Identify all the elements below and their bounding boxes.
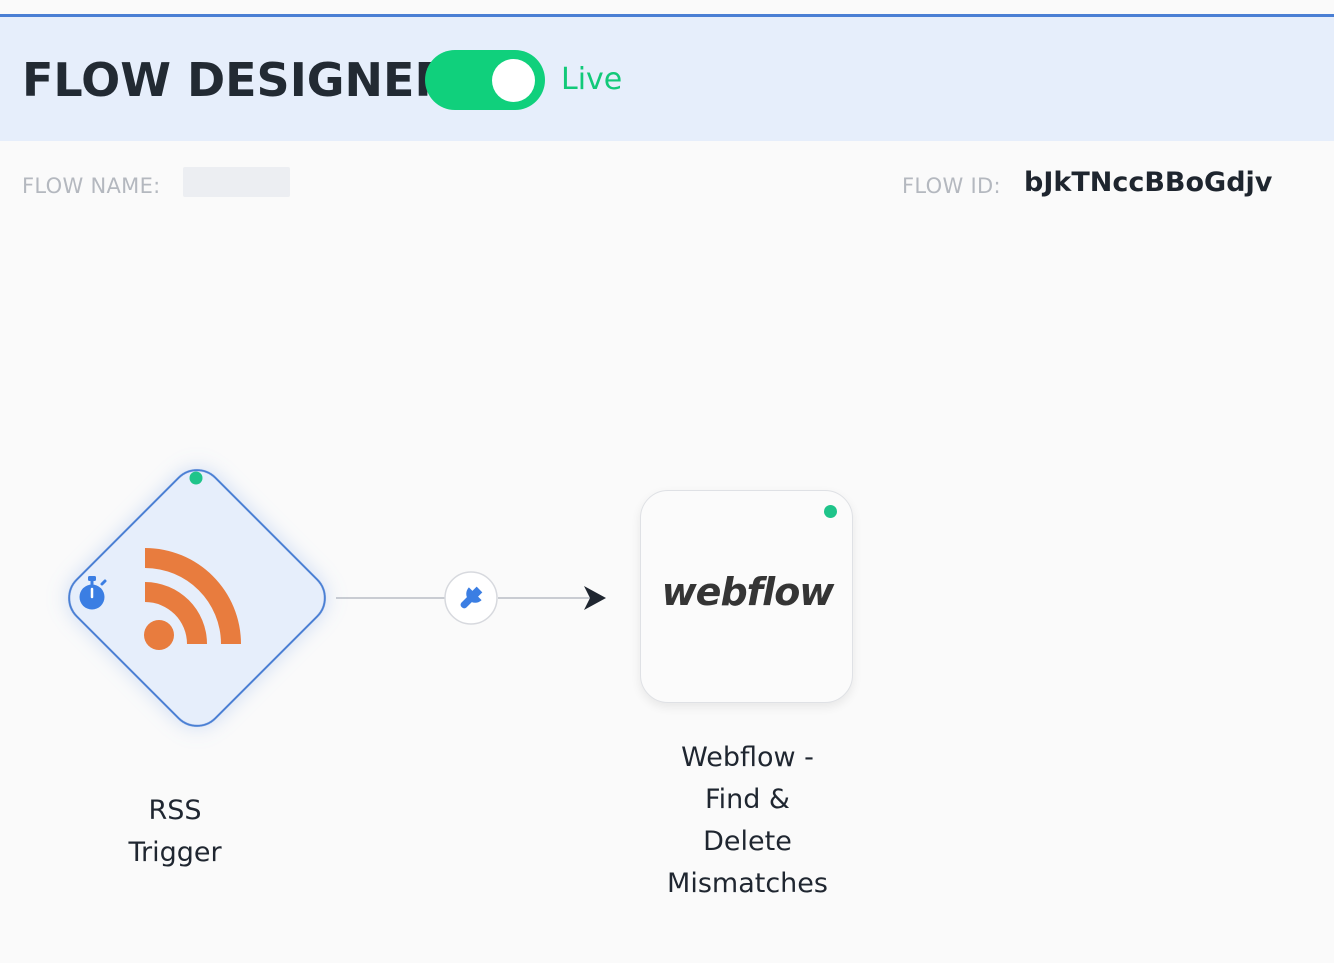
rss-status-dot: [189, 471, 203, 485]
webflow-node[interactable]: webflow: [640, 490, 853, 703]
rss-trigger-node[interactable]: [58, 459, 335, 736]
connector-settings-button[interactable]: [444, 571, 498, 625]
webflow-status-dot: [824, 505, 837, 518]
webflow-node-label: Webflow - Find & Delete Mismatches: [667, 742, 828, 899]
webflow-logo: webflow: [661, 570, 835, 614]
rss-trigger-label: RSS Trigger: [128, 795, 222, 868]
